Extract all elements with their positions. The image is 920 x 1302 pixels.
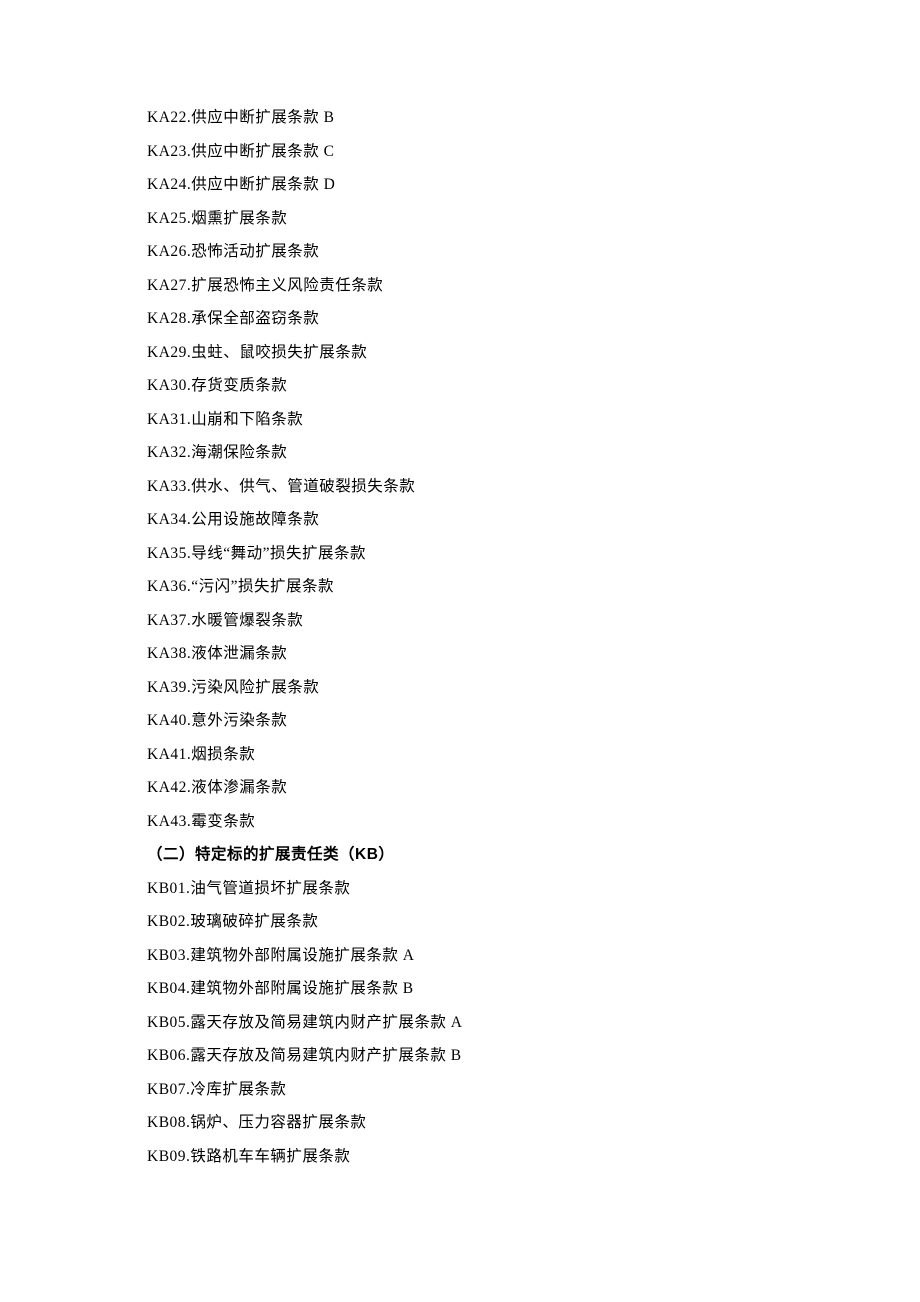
clause-item: KB06.露天存放及简易建筑内财产扩展条款 B <box>147 1048 920 1064</box>
clause-item: KA32.海潮保险条款 <box>147 445 920 461</box>
clause-item: KA36.“污闪”损失扩展条款 <box>147 579 920 595</box>
clause-item: KA40.意外污染条款 <box>147 713 920 729</box>
clause-item: KA41.烟损条款 <box>147 747 920 763</box>
clause-item: KA43.霉变条款 <box>147 814 920 830</box>
clause-item: KA35.导线“舞动”损失扩展条款 <box>147 546 920 562</box>
clause-item: KA38.液体泄漏条款 <box>147 646 920 662</box>
clause-item: KA33.供水、供气、管道破裂损失条款 <box>147 479 920 495</box>
clause-item: KA22.供应中断扩展条款 B <box>147 110 920 126</box>
section-heading-kb: （二）特定标的扩展责任类（KB） <box>147 847 920 863</box>
clause-item: KA28.承保全部盗窃条款 <box>147 311 920 327</box>
clause-item: KA27.扩展恐怖主义风险责任条款 <box>147 278 920 294</box>
clause-item: KA34.公用设施故障条款 <box>147 512 920 528</box>
clause-item: KA30.存货变质条款 <box>147 378 920 394</box>
clause-item: KB05.露天存放及简易建筑内财产扩展条款 A <box>147 1015 920 1031</box>
clause-item: KB03.建筑物外部附属设施扩展条款 A <box>147 948 920 964</box>
clause-item: KA24.供应中断扩展条款 D <box>147 177 920 193</box>
clause-item: KA31.山崩和下陷条款 <box>147 412 920 428</box>
clause-item: KA42.液体渗漏条款 <box>147 780 920 796</box>
clause-item: KB08.锅炉、压力容器扩展条款 <box>147 1115 920 1131</box>
clause-item: KB01.油气管道损坏扩展条款 <box>147 881 920 897</box>
clause-item: KB04.建筑物外部附属设施扩展条款 B <box>147 981 920 997</box>
clause-item: KA23.供应中断扩展条款 C <box>147 144 920 160</box>
document-page: KA22.供应中断扩展条款 B KA23.供应中断扩展条款 C KA24.供应中… <box>0 0 920 1302</box>
clause-item: KA25.烟熏扩展条款 <box>147 211 920 227</box>
clause-item: KA37.水暖管爆裂条款 <box>147 613 920 629</box>
clause-item: KA29.虫蛀、鼠咬损失扩展条款 <box>147 345 920 361</box>
clause-item: KA26.恐怖活动扩展条款 <box>147 244 920 260</box>
clause-item: KB07.冷库扩展条款 <box>147 1082 920 1098</box>
clause-item: KB02.玻璃破碎扩展条款 <box>147 914 920 930</box>
clause-item: KB09.铁路机车车辆扩展条款 <box>147 1149 920 1165</box>
clause-item: KA39.污染风险扩展条款 <box>147 680 920 696</box>
